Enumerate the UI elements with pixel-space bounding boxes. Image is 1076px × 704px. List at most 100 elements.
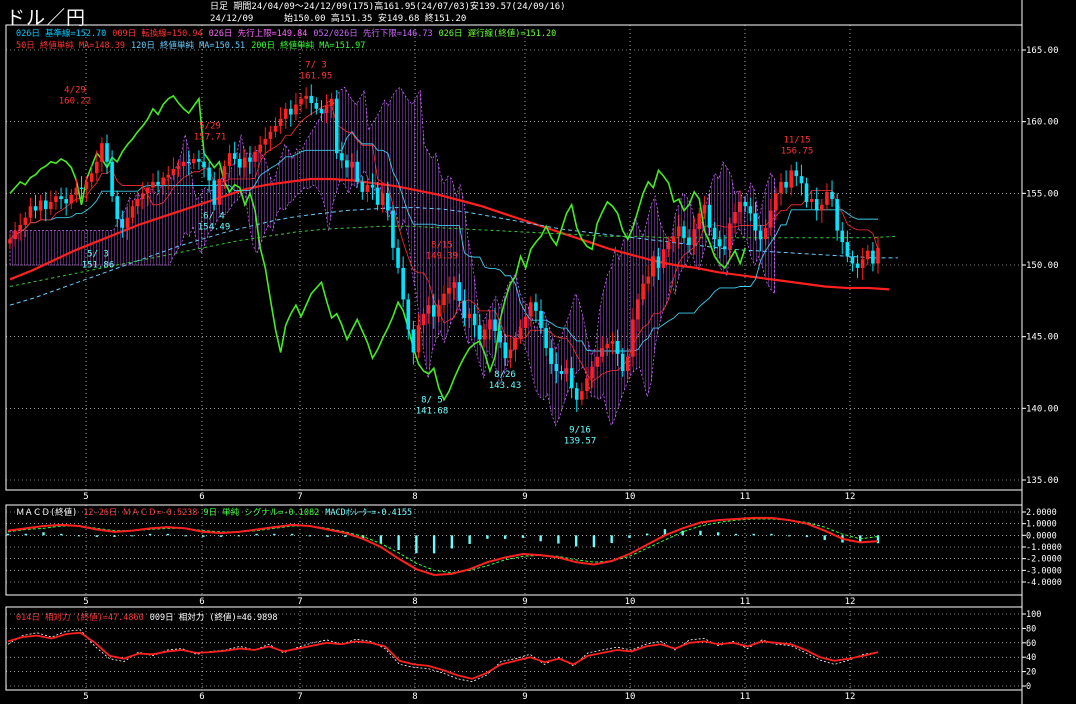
candle-body	[636, 299, 640, 320]
candle-body	[840, 230, 845, 243]
price-annotation-date: 6/ 4	[203, 212, 225, 222]
y-tick-label: -3.0000	[1026, 566, 1062, 576]
y-tick-label: 0.0000	[1026, 531, 1057, 541]
candle-body	[513, 338, 518, 350]
month-tick-label: 11	[740, 597, 751, 607]
candle-body	[151, 181, 155, 188]
candle-body	[156, 181, 160, 185]
candle-body	[207, 167, 211, 181]
candle-body	[176, 166, 181, 169]
candle-body	[319, 108, 324, 114]
candle-body	[590, 366, 594, 379]
macd-signal-line	[7, 518, 879, 574]
candle-body	[130, 206, 135, 218]
candle-body	[110, 161, 114, 197]
price-annotation-date: 11/15	[783, 135, 810, 145]
candle-body	[416, 325, 421, 353]
candle-body	[753, 213, 758, 231]
macd-histogram-bar	[24, 533, 27, 536]
candle-body	[431, 305, 436, 317]
y-tick-label: -1.0000	[1026, 543, 1062, 553]
candle-body	[626, 356, 630, 372]
candle-body	[554, 363, 559, 372]
candle-body	[564, 368, 569, 374]
candle-body	[692, 229, 696, 245]
macd-histogram-bar	[397, 535, 400, 551]
candle-body	[355, 161, 359, 182]
candle-body	[146, 187, 150, 194]
month-tick-label: 10	[625, 597, 636, 607]
candle-body	[569, 368, 574, 389]
candle-body	[181, 161, 186, 167]
candle-body	[115, 196, 120, 220]
candle-body	[472, 313, 477, 326]
candle-body	[370, 184, 375, 188]
macd-histogram-bar	[273, 533, 276, 536]
macd-histogram-bar	[131, 535, 134, 537]
macd-histogram-bar	[42, 532, 45, 536]
candle-body	[687, 237, 691, 245]
candle-body	[452, 282, 457, 288]
month-tick-label: 9	[522, 692, 527, 702]
y-tick-label: 165.00	[1026, 46, 1059, 56]
candle-body	[631, 319, 635, 357]
macd-histogram-bar	[592, 535, 596, 548]
candle-body	[600, 348, 605, 357]
candle-body	[574, 388, 579, 400]
candle-body	[860, 259, 865, 268]
month-tick-label: 7	[297, 597, 302, 607]
candle-body	[59, 196, 63, 200]
y-tick-label: 135.00	[1026, 476, 1059, 486]
candle-body	[850, 256, 855, 264]
candle-body	[671, 236, 676, 243]
candle-body	[79, 187, 84, 190]
chart-canvas: 5 6 7 8 9 10 11 12 135.00 140.00 145.00 150.00 155.0…	[5, 0, 1062, 704]
candle-body	[406, 299, 411, 330]
candle-body	[784, 181, 788, 188]
candle-body	[595, 356, 599, 367]
macd-histogram-bar	[574, 535, 578, 547]
y-tick-label: 40	[1026, 653, 1036, 663]
candle-body	[733, 211, 737, 224]
candle-body	[197, 158, 201, 162]
candle-body	[845, 242, 850, 257]
month-tick-label: 12	[845, 597, 856, 607]
price-annotation-value: 161.95	[300, 72, 333, 82]
candle-body	[723, 246, 727, 250]
candle-body	[105, 143, 109, 162]
month-tick-label: 5	[83, 597, 88, 607]
macd-histogram-bar	[752, 533, 755, 536]
candle-body	[299, 98, 303, 105]
macd-histogram-bar	[326, 535, 329, 537]
candle-body	[171, 168, 176, 175]
candle-body	[360, 181, 365, 192]
candle-body	[728, 223, 732, 250]
candle-body	[661, 249, 666, 268]
candle-body	[666, 242, 671, 250]
price-annotation-date: 8/26	[494, 370, 516, 380]
candle-body	[309, 95, 314, 104]
candle-body	[483, 329, 487, 340]
macd-histogram-bar	[610, 535, 613, 544]
candle-body	[54, 196, 58, 202]
macd-histogram-bar	[628, 535, 631, 538]
month-tick-label: 5	[83, 492, 88, 502]
macd-histogram-bar	[255, 533, 258, 536]
macd-histogram-bar	[219, 535, 223, 537]
candle-body	[49, 201, 53, 210]
candle-body	[161, 177, 165, 185]
candle-body	[620, 353, 625, 372]
candle-body	[340, 153, 344, 161]
price-annotation-value: 149.39	[426, 252, 459, 262]
price-annotation-value: 154.49	[198, 223, 231, 233]
price-annotation-date: 8/ 5	[421, 395, 443, 405]
macd-histogram-bar	[823, 535, 826, 540]
candle-body	[278, 118, 283, 126]
macd-histogram-bar	[77, 535, 81, 537]
candle-body	[237, 158, 242, 168]
candle-body	[682, 226, 686, 238]
price-annotation-value: 139.57	[564, 436, 597, 446]
candle-body	[789, 170, 793, 188]
candle-body	[396, 247, 400, 268]
candle-body	[467, 313, 472, 319]
